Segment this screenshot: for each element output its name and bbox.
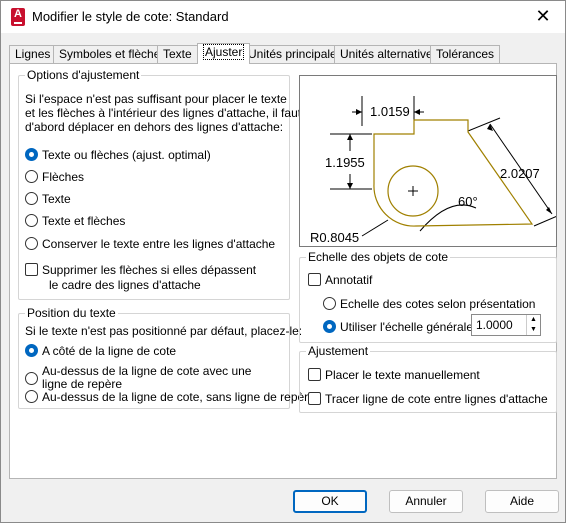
- title-bar: A Modifier le style de cote: Standard ✕: [1, 1, 565, 33]
- fit-description-line-2: et les flèches à l'intérieur des lignes …: [25, 106, 302, 120]
- autocad-app-icon: A: [11, 8, 25, 26]
- radio-label: Texte et flèches: [42, 214, 126, 228]
- text-position-title: Position du texte: [25, 306, 118, 320]
- fine-tuning-group: Ajustement Placer le texte manuellement …: [299, 344, 557, 413]
- tab-ajuster-label: Ajuster: [203, 44, 245, 60]
- close-button[interactable]: ✕: [529, 5, 557, 29]
- fit-description-line-3: d'abord déplacer en dehors des lignes d'…: [25, 120, 284, 134]
- check-label-line1: Supprimer les flèches si elles dépassent: [42, 263, 257, 277]
- radio-indicator[interactable]: [25, 344, 38, 357]
- dimension-preview: 1.0159 1.1955 2.0207 60° R0.8045: [299, 75, 563, 247]
- spin-up-icon[interactable]: ▲: [527, 315, 540, 325]
- radio-label-line1: Au-dessus de la ligne de cote avec une: [42, 364, 252, 378]
- radio-label: Echelle des cotes selon présentation: [340, 297, 536, 311]
- dim-right-label: 2.0207: [500, 166, 540, 181]
- radio-label: Texte: [42, 192, 71, 206]
- checkbox[interactable]: [308, 392, 321, 405]
- tab-symboles-fleches[interactable]: Symboles et flèches: [53, 45, 173, 63]
- check-label-line2: le cadre des lignes d'attache: [49, 278, 201, 292]
- tab-unites-principales[interactable]: Unités principales: [242, 45, 349, 63]
- check-label: Annotatif: [325, 273, 373, 287]
- overall-scale-input[interactable]: 1.0000 ▲ ▼: [471, 314, 541, 336]
- checkbox[interactable]: [25, 263, 38, 276]
- dialog-window: A Modifier le style de cote: Standard ✕ …: [0, 0, 566, 523]
- radio-label: Conserver le texte entre les lignes d'at…: [42, 237, 276, 251]
- radio-indicator[interactable]: [25, 170, 38, 183]
- radius-label: R0.8045: [310, 230, 359, 245]
- tab-tolerances[interactable]: Tolérances: [430, 45, 501, 63]
- tab-texte[interactable]: Texte: [157, 45, 198, 63]
- radio-indicator[interactable]: [25, 372, 38, 385]
- fit-description-line-1: Si l'espace n'est pas suffisant pour pla…: [25, 92, 287, 106]
- radio-indicator[interactable]: [25, 148, 38, 161]
- tab-ajuster[interactable]: Ajuster: [197, 43, 251, 64]
- radio-label: Texte ou flèches (ajust. optimal): [42, 148, 211, 162]
- radio-indicator[interactable]: [25, 214, 38, 227]
- window-title: Modifier le style de cote: Standard: [32, 9, 229, 24]
- radio-indicator[interactable]: [323, 297, 336, 310]
- radio-indicator[interactable]: [25, 390, 38, 403]
- ok-button[interactable]: OK: [293, 490, 367, 513]
- tab-panel: Options d'ajustement Si l'espace n'est p…: [9, 63, 563, 479]
- preview-drawing: 1.0159 1.1955 2.0207 60° R0.8045: [310, 96, 563, 245]
- tab-strip: Lignes Symboles et flèches Texte Ajuster…: [9, 43, 557, 64]
- fit-options-group: Options d'ajustement Si l'espace n'est p…: [18, 68, 301, 300]
- fine-tuning-title: Ajustement: [306, 344, 371, 358]
- overall-scale-value: 1.0000: [476, 318, 513, 332]
- checkbox[interactable]: [308, 273, 321, 286]
- dim-left-label: 1.1955: [325, 155, 365, 170]
- tab-lignes[interactable]: Lignes: [9, 45, 57, 63]
- close-icon: ✕: [535, 6, 551, 26]
- checkbox[interactable]: [308, 368, 321, 381]
- radio-indicator[interactable]: [25, 192, 38, 205]
- cancel-button[interactable]: Annuler: [389, 490, 463, 513]
- radio-label: Flèches: [42, 170, 85, 184]
- scale-title: Echelle des objets de cote: [306, 250, 451, 264]
- check-label: Tracer ligne de cote entre lignes d'atta…: [325, 392, 548, 406]
- help-button[interactable]: Aide: [485, 490, 559, 513]
- text-position-description: Si le texte n'est pas positionné par déf…: [25, 324, 303, 338]
- spinner-arrows: ▲ ▼: [526, 315, 540, 335]
- check-label: Placer le texte manuellement: [325, 368, 480, 382]
- angle-label: 60°: [458, 194, 478, 209]
- tab-unites-alternatives[interactable]: Unités alternatives: [334, 45, 445, 63]
- dim-top-label: 1.0159: [370, 104, 410, 119]
- radio-label: Au-dessus de la ligne de cote, sans lign…: [42, 390, 315, 404]
- radio-indicator[interactable]: [323, 320, 336, 333]
- text-position-group: Position du texte Si le texte n'est pas …: [18, 306, 315, 409]
- spin-down-icon[interactable]: ▼: [527, 325, 540, 335]
- fit-options-title: Options d'ajustement: [25, 68, 142, 82]
- radio-indicator[interactable]: [25, 237, 38, 250]
- radio-label-line2: ligne de repère: [42, 377, 123, 391]
- radio-label: A côté de la ligne de cote: [42, 344, 177, 358]
